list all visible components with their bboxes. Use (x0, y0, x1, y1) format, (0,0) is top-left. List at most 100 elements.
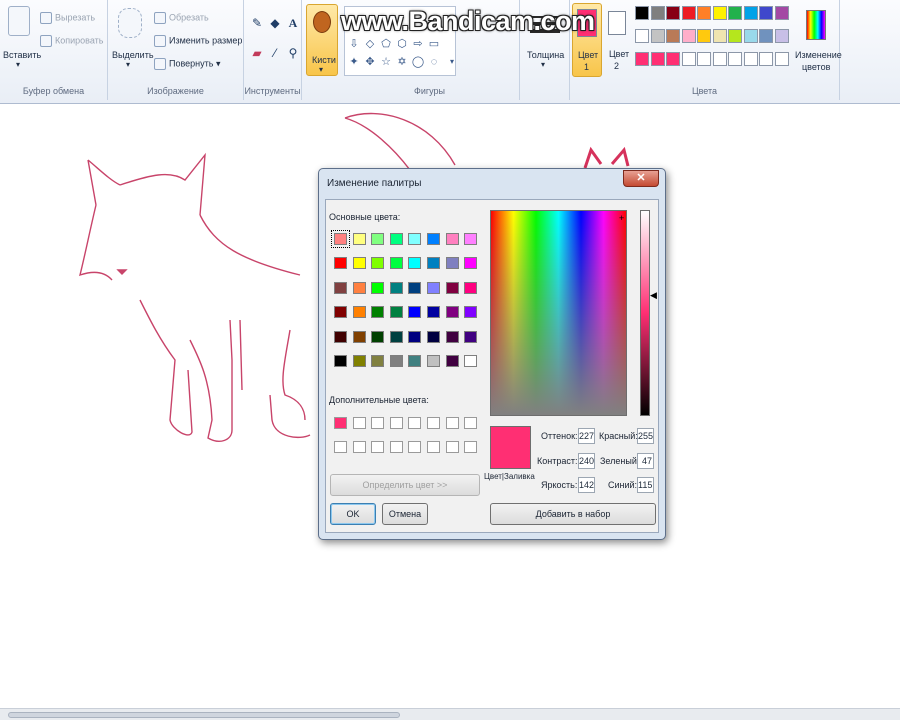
paste-icon[interactable] (8, 6, 30, 36)
palette-swatch[interactable] (650, 29, 665, 43)
basic-color-cell[interactable] (408, 355, 422, 367)
palette-swatch[interactable] (728, 29, 742, 43)
shape-callout-icon[interactable]: ▭ (427, 37, 441, 51)
basic-color-cell[interactable] (464, 306, 478, 319)
color-spectrum[interactable]: + (490, 210, 627, 416)
basic-color-cell[interactable] (427, 281, 440, 294)
basic-color-cell[interactable] (371, 330, 385, 343)
shapes-expand-icon[interactable]: ▾ (445, 55, 459, 69)
basic-color-cell[interactable] (408, 330, 422, 343)
palette-swatch[interactable] (759, 6, 773, 20)
basic-color-cell[interactable] (389, 330, 403, 343)
eraser-icon[interactable]: ▰ (248, 44, 266, 62)
add-to-custom-colors-button[interactable]: Добавить в набор (490, 503, 656, 525)
basic-color-cell[interactable] (389, 257, 403, 270)
palette-swatch[interactable] (774, 29, 789, 43)
palette-swatch[interactable] (728, 52, 742, 66)
shape-arrow-down-icon[interactable]: ⇩ (347, 37, 361, 51)
cancel-button[interactable]: Отмена (382, 503, 428, 525)
basic-color-cell[interactable] (371, 233, 385, 245)
basic-color-cell[interactable] (408, 281, 422, 294)
palette-swatch[interactable] (743, 6, 758, 20)
basic-color-cell[interactable] (445, 355, 459, 367)
custom-color-cell[interactable] (464, 441, 478, 453)
luminosity-arrow-icon[interactable]: ◀ (650, 290, 657, 301)
basic-color-cell[interactable] (352, 233, 366, 245)
shape-pentagon-icon[interactable]: ⬠ (379, 37, 393, 51)
basic-color-cell[interactable] (445, 281, 459, 294)
define-custom-colors-button[interactable]: Определить цвет >> (330, 474, 480, 496)
basic-color-cell[interactable] (334, 257, 347, 270)
custom-color-cell[interactable] (445, 417, 459, 429)
basic-color-cell[interactable] (464, 257, 478, 270)
shape-hexagon-icon[interactable]: ⬡ (395, 37, 409, 51)
palette-swatch[interactable] (712, 6, 727, 20)
red-field[interactable]: 255 (637, 428, 654, 444)
basic-color-cell[interactable] (371, 306, 385, 319)
custom-color-cell[interactable] (334, 417, 347, 429)
palette-swatch[interactable] (774, 6, 789, 20)
palette-swatch[interactable] (697, 6, 711, 20)
palette-swatch[interactable] (666, 52, 680, 66)
basic-color-cell[interactable] (445, 233, 459, 245)
custom-color-cell[interactable] (371, 417, 385, 429)
custom-color-cell[interactable] (352, 441, 366, 453)
basic-color-cell[interactable] (427, 330, 440, 343)
resize-button[interactable]: Изменить размер (154, 35, 242, 47)
custom-color-cell[interactable] (389, 441, 403, 453)
palette-swatch[interactable] (759, 52, 773, 66)
color-picker-icon[interactable]: ⁄ (266, 44, 284, 62)
basic-color-cell[interactable] (352, 281, 366, 294)
palette-swatch[interactable] (712, 29, 727, 43)
select-icon[interactable] (118, 8, 142, 38)
shape-diamond-icon[interactable]: ◇ (363, 37, 377, 51)
palette-swatch[interactable] (743, 29, 758, 43)
palette-swatch[interactable] (635, 52, 649, 66)
palette-swatch[interactable] (712, 52, 727, 66)
palette-swatch[interactable] (774, 52, 789, 66)
rotate-button[interactable]: Повернуть ▾ (154, 58, 220, 70)
shape-rounded-callout-icon[interactable]: ◯ (411, 55, 425, 69)
palette-swatch[interactable] (697, 52, 711, 66)
cut-button[interactable]: Вырезать (40, 12, 95, 24)
basic-color-cell[interactable] (427, 306, 440, 319)
basic-color-cell[interactable] (352, 330, 366, 343)
ok-button[interactable]: OK (330, 503, 376, 525)
basic-color-cell[interactable] (371, 355, 385, 367)
basic-color-cell[interactable] (334, 306, 347, 319)
green-field[interactable]: 47 (637, 453, 654, 469)
palette-swatch[interactable] (666, 6, 680, 20)
basic-color-cell[interactable] (389, 281, 403, 294)
paste-dropdown-icon[interactable]: ▾ (16, 60, 20, 69)
palette-swatch[interactable] (650, 6, 665, 20)
palette-swatch[interactable] (759, 29, 773, 43)
select-dropdown-icon[interactable]: ▾ (126, 60, 130, 69)
shape-star-icon[interactable]: ☆ (379, 55, 393, 69)
basic-color-cell[interactable] (389, 233, 403, 245)
custom-color-cell[interactable] (445, 441, 459, 453)
palette-swatch[interactable] (681, 29, 696, 43)
blue-field[interactable]: 115 (637, 477, 654, 493)
custom-color-cell[interactable] (427, 417, 440, 429)
basic-color-cell[interactable] (464, 233, 478, 245)
palette-swatch[interactable] (635, 29, 649, 43)
text-tool-icon[interactable]: A (284, 14, 302, 32)
custom-color-cell[interactable] (334, 441, 347, 453)
edit-colors-button[interactable]: Изменение цветов (794, 6, 842, 78)
basic-color-cell[interactable] (427, 257, 440, 270)
shape-cross-arrow-icon[interactable]: ✥ (363, 55, 377, 69)
custom-color-cell[interactable] (464, 417, 478, 429)
palette-swatch[interactable] (650, 52, 665, 66)
custom-color-cell[interactable] (427, 441, 440, 453)
brushes-button[interactable]: Кисти ▾ (306, 4, 338, 76)
palette-swatch[interactable] (681, 6, 696, 20)
palette-swatch[interactable] (635, 6, 649, 20)
size-dropdown-icon[interactable]: ▾ (541, 60, 545, 69)
basic-color-cell[interactable] (334, 355, 347, 367)
custom-color-cell[interactable] (408, 417, 422, 429)
shape-four-point-star-icon[interactable]: ✦ (347, 55, 361, 69)
custom-color-cell[interactable] (408, 441, 422, 453)
custom-color-cell[interactable] (389, 417, 403, 429)
basic-color-cell[interactable] (352, 306, 366, 319)
basic-color-cell[interactable] (464, 355, 478, 367)
